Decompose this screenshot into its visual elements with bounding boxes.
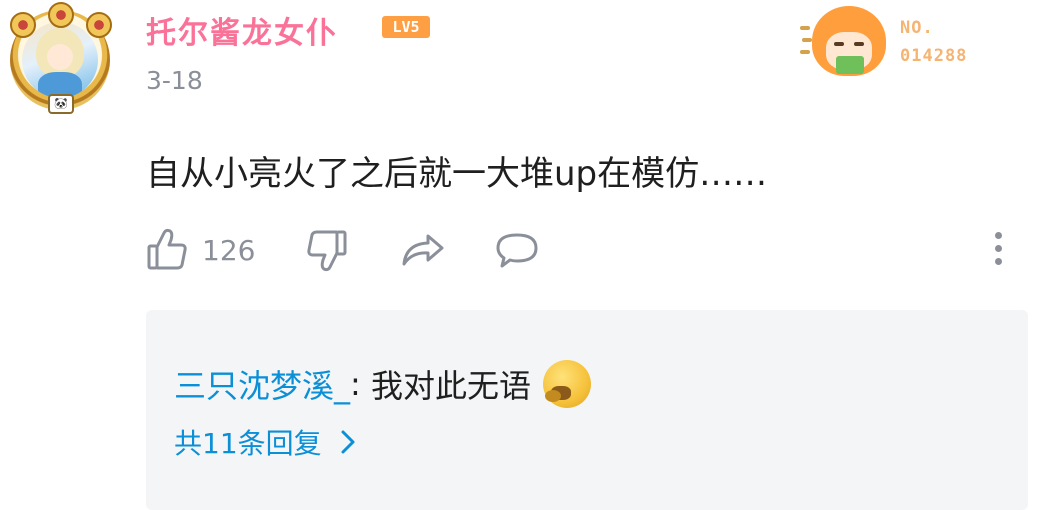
fan-badge-label: NO.: [900, 18, 934, 38]
reply-username[interactable]: 三只沈梦溪_: [174, 361, 350, 407]
thumbs-down-icon: [307, 230, 347, 272]
fan-badge[interactable]: NO. 014288: [800, 2, 990, 82]
speechless-emoji-icon: [542, 360, 591, 408]
panda-badge-icon: 🐼: [48, 94, 74, 114]
replies-preview: 三只沈梦溪_ : 我对此无语 共11条回复: [146, 310, 1028, 510]
dislike-button[interactable]: [306, 226, 348, 274]
fan-badge-number: 014288: [900, 46, 968, 66]
level-badge: LV5: [382, 16, 430, 38]
comment-date: 3-18: [146, 66, 203, 95]
thumbs-up-icon: [147, 228, 187, 270]
avatar[interactable]: 🐼: [4, 2, 116, 122]
like-count: 126: [202, 233, 256, 267]
view-all-replies-label: 共11条回复: [174, 427, 322, 460]
umaru-character-icon: [812, 6, 886, 76]
reply-separator: :: [350, 365, 371, 403]
share-button[interactable]: [400, 226, 446, 274]
reply-bubble-icon: [496, 233, 538, 268]
badge-dash-icon: [802, 38, 812, 42]
share-icon: [402, 234, 444, 266]
reply-preview-line: 三只沈梦溪_ : 我对此无语: [174, 360, 591, 408]
reply-text: 我对此无语: [370, 367, 531, 405]
view-all-replies-link[interactable]: 共11条回复: [174, 422, 356, 462]
avatar-image: [22, 22, 98, 98]
comment-text: 自从小亮火了之后就一大堆up在模仿……: [146, 154, 768, 194]
username[interactable]: 托尔酱龙女仆: [146, 8, 338, 52]
badge-dash-icon: [800, 26, 810, 30]
chevron-right-icon: [341, 430, 355, 454]
like-button[interactable]: 126: [146, 226, 255, 274]
more-vertical-icon: [992, 232, 1004, 265]
crown-ornament-icon: [48, 2, 74, 28]
crown-ornament-icon: [86, 12, 112, 38]
reply-button[interactable]: [494, 226, 540, 274]
crown-ornament-icon: [10, 12, 36, 38]
badge-dash-icon: [800, 50, 810, 54]
more-options-button[interactable]: [992, 232, 1004, 272]
